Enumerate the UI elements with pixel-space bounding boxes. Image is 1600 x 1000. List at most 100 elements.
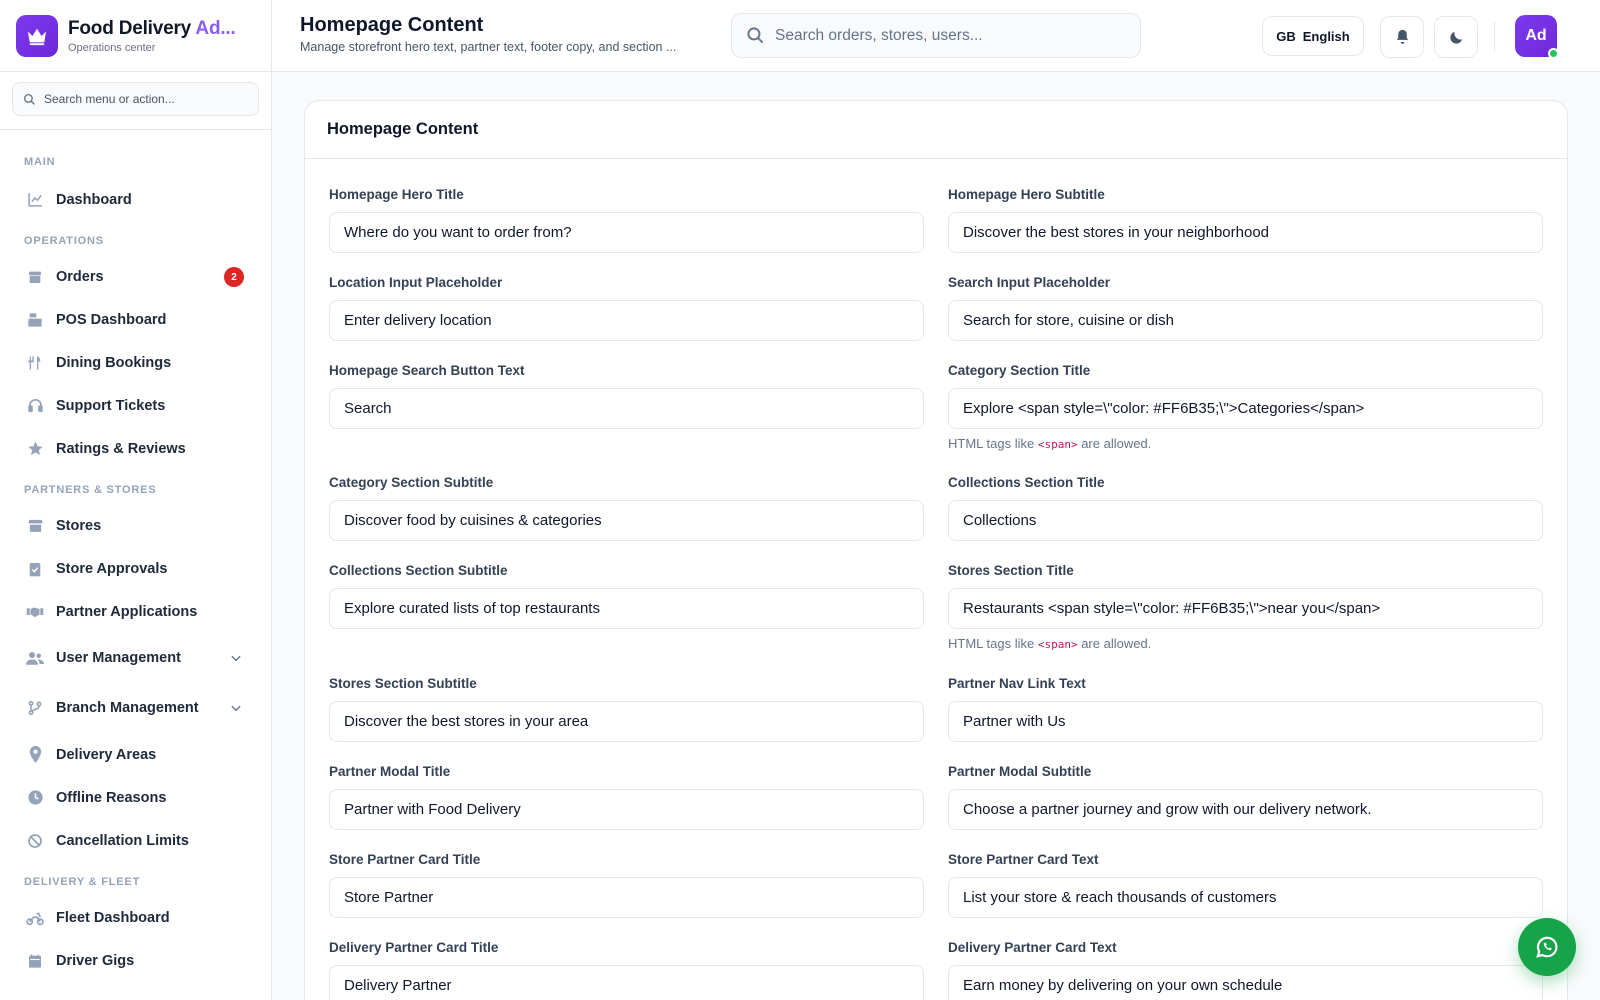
sidebar-item-user-management[interactable]: User Management <box>0 633 271 683</box>
category-title-input[interactable]: Explore <span style=\"color: #FF6B35;\">… <box>948 388 1543 429</box>
nav-section-operations: OPERATIONS <box>24 235 104 247</box>
field-delivery-card-title: Delivery Partner Card Title Delivery Par… <box>329 940 924 1000</box>
cash-register-icon <box>26 311 44 329</box>
theme-toggle-button[interactable] <box>1434 16 1478 58</box>
brand[interactable]: Food Delivery Ad... Operations center <box>0 0 271 72</box>
card-title: Homepage Content <box>327 120 479 138</box>
global-search <box>731 13 1141 58</box>
category-subtitle-input[interactable]: Discover food by cuisines & categories <box>329 500 924 541</box>
clock-icon <box>26 789 44 807</box>
box-icon <box>26 268 44 286</box>
search-button-text-input[interactable]: Search <box>329 388 924 429</box>
sidebar-nav: MAIN Dashboard OPERATIONS Orders 2 POS D… <box>0 130 271 982</box>
location-placeholder-input[interactable]: Enter delivery location <box>329 300 924 341</box>
hero-subtitle-input[interactable]: Discover the best stores in your neighbo… <box>948 212 1543 253</box>
crown-logo-icon <box>16 14 58 57</box>
store-card-text-input[interactable]: List your store & reach thousands of cus… <box>948 877 1543 918</box>
bell-icon <box>1396 29 1408 44</box>
orders-badge: 2 <box>224 267 244 287</box>
sidebar-search-input[interactable] <box>44 92 244 106</box>
headset-icon <box>26 397 44 415</box>
star-icon <box>26 440 44 458</box>
sidebar-item-support[interactable]: Support Tickets <box>0 384 271 427</box>
sidebar: Food Delivery Ad... Operations center MA… <box>0 0 272 1000</box>
sidebar-item-driver-gigs[interactable]: Driver Gigs <box>0 939 271 982</box>
map-pin-icon <box>26 746 44 764</box>
sidebar-item-orders[interactable]: Orders 2 <box>0 255 271 298</box>
homepage-content-card: Homepage Content Homepage Hero Title Whe… <box>304 100 1568 1000</box>
field-store-card-title: Store Partner Card Title Store Partner <box>329 852 924 918</box>
sidebar-item-cancellation-limits[interactable]: Cancellation Limits <box>0 819 271 862</box>
store-card-title-input[interactable]: Store Partner <box>329 877 924 918</box>
handshake-icon <box>26 603 44 621</box>
field-search-button-text: Homepage Search Button Text Search <box>329 363 924 429</box>
search-icon <box>747 27 764 44</box>
sidebar-item-delivery-areas[interactable]: Delivery Areas <box>0 733 271 776</box>
field-stores-subtitle: Stores Section Subtitle Discover the bes… <box>329 676 924 742</box>
page-subtitle: Manage storefront hero text, partner tex… <box>300 40 677 54</box>
flag-icon: GB <box>1276 28 1296 44</box>
whatsapp-button[interactable] <box>1518 918 1576 976</box>
field-delivery-card-text: Delivery Partner Card Text Earn money by… <box>948 940 1543 1000</box>
sidebar-item-approvals[interactable]: Store Approvals <box>0 547 271 590</box>
topbar: Homepage Content Manage storefront hero … <box>272 0 1600 72</box>
html-hint: HTML tags like <span> are allowed. <box>948 436 1152 451</box>
field-collections-subtitle: Collections Section Subtitle Explore cur… <box>329 563 924 629</box>
chart-line-icon <box>26 191 44 209</box>
chevron-down-icon <box>229 701 243 715</box>
field-store-card-text: Store Partner Card Text List your store … <box>948 852 1543 918</box>
sidebar-item-branch-management[interactable]: Branch Management <box>0 683 271 733</box>
sidebar-item-dashboard[interactable]: Dashboard <box>0 178 271 221</box>
search-placeholder-input[interactable]: Search for store, cuisine or dish <box>948 300 1543 341</box>
sidebar-item-ratings[interactable]: Ratings & Reviews <box>0 427 271 470</box>
sidebar-item-offline-reasons[interactable]: Offline Reasons <box>0 776 271 819</box>
nav-section-main: MAIN <box>24 156 56 168</box>
sidebar-item-partner-applications[interactable]: Partner Applications <box>0 590 271 633</box>
field-stores-title: Stores Section Title Restaurants <span s… <box>948 563 1543 651</box>
calendar-icon <box>26 952 44 970</box>
field-search-placeholder: Search Input Placeholder Search for stor… <box>948 275 1543 341</box>
online-status-dot <box>1548 48 1559 59</box>
partner-modal-subtitle-input[interactable]: Choose a partner journey and grow with o… <box>948 789 1543 830</box>
sidebar-item-fleet-dashboard[interactable]: Fleet Dashboard <box>0 896 271 939</box>
field-hero-title: Homepage Hero Title Where do you want to… <box>329 187 924 253</box>
partner-nav-input[interactable]: Partner with Us <box>948 701 1543 742</box>
global-search-input[interactable] <box>775 26 1125 45</box>
field-partner-modal-title: Partner Modal Title Partner with Food De… <box>329 764 924 830</box>
moon-icon <box>1449 31 1462 44</box>
whatsapp-icon <box>1536 936 1558 958</box>
language-selector[interactable]: GB English <box>1262 16 1364 56</box>
field-partner-modal-subtitle: Partner Modal Subtitle Choose a partner … <box>948 764 1543 830</box>
sidebar-search <box>12 82 259 116</box>
users-icon <box>26 649 44 667</box>
notifications-button[interactable] <box>1380 16 1424 58</box>
field-location-placeholder: Location Input Placeholder Enter deliver… <box>329 275 924 341</box>
store-icon <box>26 517 44 535</box>
clipboard-check-icon <box>26 560 44 578</box>
stores-title-input[interactable]: Restaurants <span style=\"color: #FF6B35… <box>948 588 1543 629</box>
sidebar-item-dining[interactable]: Dining Bookings <box>0 341 271 384</box>
sidebar-item-pos[interactable]: POS Dashboard <box>0 298 271 341</box>
hero-title-input[interactable]: Where do you want to order from? <box>329 212 924 253</box>
collections-subtitle-input[interactable]: Explore curated lists of top restaurants <box>329 588 924 629</box>
divider <box>1494 22 1495 52</box>
delivery-card-title-input[interactable]: Delivery Partner <box>329 965 924 1000</box>
stores-subtitle-input[interactable]: Discover the best stores in your area <box>329 701 924 742</box>
motorcycle-icon <box>26 909 44 927</box>
field-partner-nav: Partner Nav Link Text Partner with Us <box>948 676 1543 742</box>
search-icon <box>23 93 35 105</box>
nav-section-delivery: DELIVERY & FLEET <box>24 876 141 888</box>
git-branch-icon <box>26 699 44 717</box>
field-collections-title: Collections Section Title Collections <box>948 475 1543 541</box>
app-title: Food Delivery Ad... <box>68 17 236 39</box>
field-category-subtitle: Category Section Subtitle Discover food … <box>329 475 924 541</box>
partner-modal-title-input[interactable]: Partner with Food Delivery <box>329 789 924 830</box>
field-category-title: Category Section Title Explore <span sty… <box>948 363 1543 451</box>
utensils-icon <box>26 354 44 372</box>
avatar[interactable]: Ad <box>1515 15 1559 59</box>
html-hint: HTML tags like <span> are allowed. <box>948 636 1152 651</box>
delivery-card-text-input[interactable]: Earn money by delivering on your own sch… <box>948 965 1543 1000</box>
app-subtitle: Operations center <box>68 41 156 54</box>
collections-title-input[interactable]: Collections <box>948 500 1543 541</box>
sidebar-item-stores[interactable]: Stores <box>0 504 271 547</box>
